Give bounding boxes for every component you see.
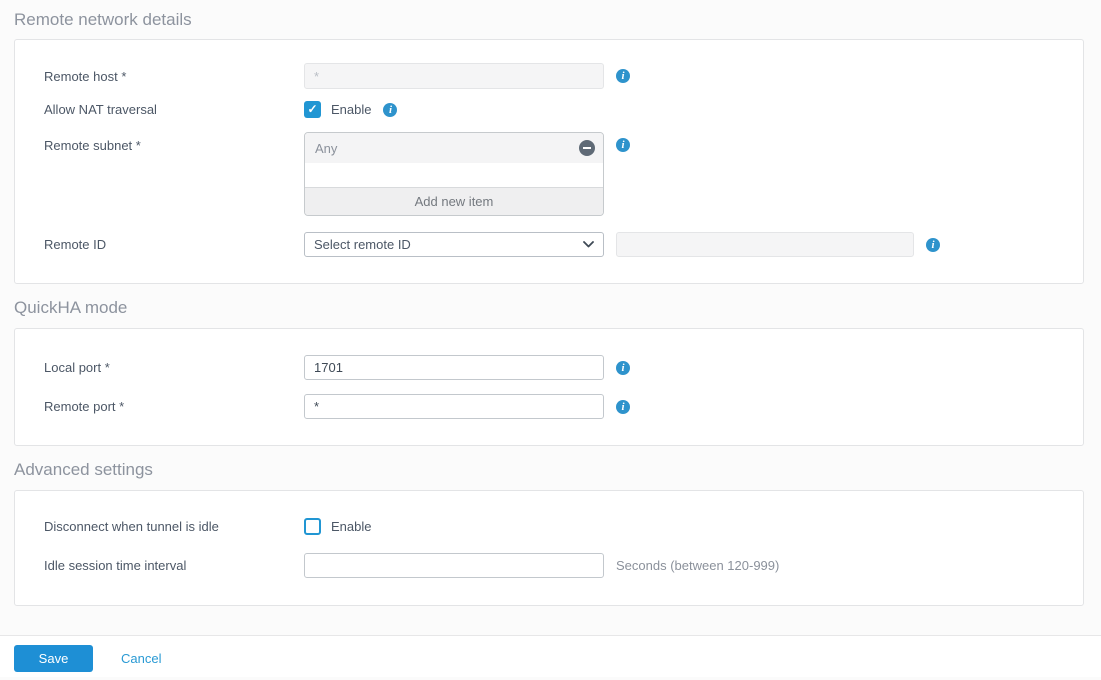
- form-footer: Save Cancel: [0, 635, 1101, 677]
- remote-port-row: Remote port * i: [44, 394, 1083, 419]
- idle-session-row: Idle session time interval Seconds (betw…: [44, 553, 1083, 578]
- section-title-remote-network-details: Remote network details: [14, 10, 192, 29]
- local-port-input[interactable]: [304, 355, 604, 380]
- idle-session-hint: Seconds (between 120-999): [616, 558, 780, 573]
- disconnect-idle-label: Disconnect when tunnel is idle: [44, 519, 219, 534]
- remote-subnet-row: Remote subnet * Any Add new item i: [44, 132, 1083, 216]
- local-port-label: Local port *: [44, 360, 110, 375]
- idle-session-input[interactable]: [304, 553, 604, 578]
- remote-host-label: Remote host *: [44, 68, 127, 84]
- remote-id-label: Remote ID: [44, 237, 107, 252]
- local-port-row: Local port * i: [44, 355, 1083, 380]
- remote-host-input[interactable]: [304, 63, 604, 89]
- nat-traversal-checkbox[interactable]: ✓: [304, 101, 321, 118]
- cancel-button[interactable]: Cancel: [121, 645, 161, 672]
- remote-port-input[interactable]: [304, 394, 604, 419]
- remote-id-info-icon[interactable]: i: [926, 237, 940, 252]
- remote-host-row: Remote host * i: [44, 63, 1083, 89]
- nat-traversal-enable-label[interactable]: Enable: [331, 102, 371, 117]
- chevron-down-icon: [583, 241, 594, 248]
- section-title-advanced-settings: Advanced settings: [14, 460, 153, 479]
- save-button[interactable]: Save: [14, 645, 93, 672]
- remote-host-info-icon[interactable]: i: [616, 69, 630, 83]
- local-port-info-icon[interactable]: i: [616, 360, 630, 375]
- remote-id-select[interactable]: Select remote ID: [304, 232, 604, 257]
- quickha-mode-panel: Local port * i Remote port * i: [14, 328, 1084, 446]
- section-title-quickha-mode: QuickHA mode: [14, 298, 128, 317]
- remote-network-details-panel: Remote host * i Allow NAT traversal ✓ En…: [14, 39, 1084, 284]
- disconnect-idle-enable-label[interactable]: Enable: [331, 519, 371, 534]
- remote-subnet-list-empty-area: [305, 163, 603, 187]
- remote-id-row: Remote ID Select remote ID i: [44, 232, 1083, 257]
- remove-item-icon[interactable]: [579, 140, 595, 156]
- remote-id-value-input[interactable]: [616, 232, 914, 257]
- nat-traversal-info-icon[interactable]: i: [383, 102, 398, 117]
- add-new-item-button[interactable]: Add new item: [305, 187, 603, 215]
- remote-subnet-label: Remote subnet *: [44, 138, 141, 153]
- remote-id-select-value: Select remote ID: [314, 237, 411, 252]
- remote-port-info-icon[interactable]: i: [616, 399, 630, 414]
- remote-subnet-item-text: Any: [315, 140, 338, 156]
- advanced-settings-panel: Disconnect when tunnel is idle Enable Id…: [14, 490, 1084, 606]
- nat-traversal-label: Allow NAT traversal: [44, 102, 157, 117]
- remote-subnet-info-icon[interactable]: i: [616, 138, 630, 152]
- remote-subnet-listbox: Any Add new item: [304, 132, 604, 216]
- remote-subnet-list-item[interactable]: Any: [305, 133, 603, 163]
- idle-session-label: Idle session time interval: [44, 558, 187, 573]
- disconnect-idle-checkbox[interactable]: [304, 518, 321, 535]
- nat-traversal-row: Allow NAT traversal ✓ Enable i: [44, 101, 1083, 118]
- disconnect-idle-row: Disconnect when tunnel is idle Enable: [44, 518, 1083, 535]
- remote-port-label: Remote port *: [44, 399, 125, 414]
